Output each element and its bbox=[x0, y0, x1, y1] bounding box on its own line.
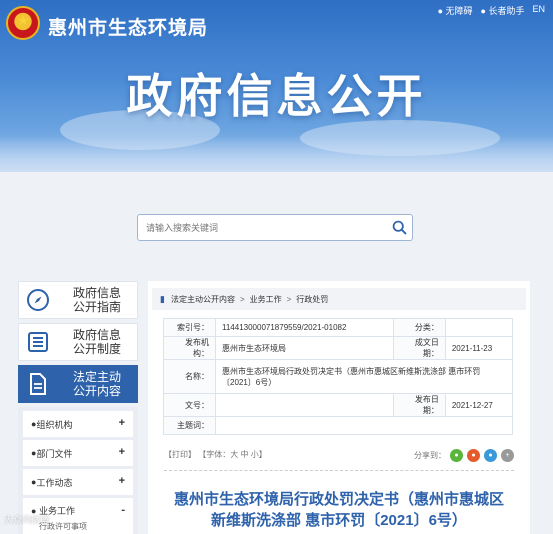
font-medium-button[interactable]: 中 bbox=[240, 450, 248, 459]
font-large-button[interactable]: 大 bbox=[230, 450, 238, 459]
search-box bbox=[137, 214, 413, 241]
expand-icon[interactable]: + bbox=[119, 475, 125, 487]
header-banner: 惠州市生态环境局 ● 无障碍 ● 长者助手 EN 政府信息公开 bbox=[0, 0, 553, 172]
created-date-value: 2021-11-23 bbox=[444, 336, 514, 360]
created-date-label: 成文日期： bbox=[392, 336, 446, 360]
category-label: 分类： bbox=[392, 318, 446, 337]
submenu-item-organization[interactable]: ● 组织机构 + bbox=[23, 411, 133, 437]
publisher-label: 发布机构： bbox=[163, 336, 216, 360]
elder-assistant-link[interactable]: ● 长者助手 bbox=[481, 4, 525, 17]
expand-icon[interactable]: + bbox=[119, 446, 125, 458]
submenu-item-news[interactable]: ● 工作动态 + bbox=[23, 469, 133, 495]
share-bar: 分享到： ● ● ● + bbox=[414, 449, 514, 462]
breadcrumb-item[interactable]: 行政处罚 bbox=[296, 294, 328, 305]
banner-headline: 政府信息公开 bbox=[126, 70, 427, 122]
submenu-item-documents[interactable]: ● 部门文件 + bbox=[23, 440, 133, 466]
keywords-value bbox=[215, 416, 513, 435]
published-date-label: 发布日期： bbox=[392, 393, 446, 417]
doc-number-label: 文号： bbox=[163, 393, 216, 417]
menu-label: 政府信息 公开制度 bbox=[72, 328, 121, 356]
menu-label: 法定主动 公开内容 bbox=[72, 370, 121, 398]
more-share-icon[interactable]: + bbox=[501, 449, 514, 462]
document-title: 惠州市生态环境局行政处罚决定书（惠州市惠城区 新维斯洗涤部 惠市环罚〔2021〕… bbox=[173, 491, 504, 529]
collapse-icon[interactable]: - bbox=[121, 504, 125, 516]
search-input[interactable] bbox=[138, 215, 382, 240]
divider bbox=[164, 470, 514, 471]
national-emblem-icon bbox=[6, 6, 40, 40]
weibo-share-icon[interactable]: ● bbox=[467, 449, 480, 462]
qzone-share-icon[interactable]: ● bbox=[484, 449, 497, 462]
print-button[interactable]: 【打印】 bbox=[164, 450, 196, 459]
document-info-table: 索引号： 114413000071879559/2021-01082 分类： 发… bbox=[163, 318, 514, 435]
banner-skyline bbox=[0, 136, 553, 172]
location-icon: ▮ bbox=[160, 293, 165, 304]
document-icon bbox=[19, 372, 57, 396]
breadcrumb-separator: > bbox=[286, 294, 292, 304]
content-panel: ▮ 法定主动公开内容 > 业务工作 > 行政处罚 索引号： 1144130000… bbox=[148, 281, 530, 534]
wechat-share-icon[interactable]: ● bbox=[450, 449, 463, 462]
share-label: 分享到： bbox=[414, 451, 446, 460]
left-menu: 政府信息 公开指南 政府信息 公开制度 法定主动 公开内容 ● 组织机构 + ●… bbox=[18, 281, 138, 534]
top-links: ● 无障碍 ● 长者助手 EN bbox=[438, 4, 545, 17]
name-label: 名称： bbox=[163, 359, 216, 394]
accessibility-link[interactable]: ● 无障碍 bbox=[438, 4, 473, 17]
font-size-label: 【字体： bbox=[198, 450, 231, 459]
menu-disclosure-rules[interactable]: 政府信息 公开制度 bbox=[18, 323, 138, 361]
menu-disclosure-guide[interactable]: 政府信息 公开指南 bbox=[18, 281, 138, 319]
breadcrumb-item[interactable]: 法定主动公开内容 bbox=[171, 294, 235, 305]
site-title[interactable]: 惠州市生态环境局 bbox=[48, 13, 208, 40]
compass-icon bbox=[19, 288, 57, 312]
breadcrumb: ▮ 法定主动公开内容 > 业务工作 > 行政处罚 bbox=[152, 288, 526, 310]
font-small-button[interactable]: 小 bbox=[251, 450, 259, 459]
english-link[interactable]: EN bbox=[532, 4, 545, 17]
watermark: 大众网微博 bbox=[4, 515, 50, 525]
keywords-label: 主题词： bbox=[163, 416, 216, 435]
index-label: 索引号： bbox=[163, 318, 216, 337]
name-value: 惠州市生态环境局行政处罚决定书（惠州市惠城区新维斯洗涤部 惠市环罚〔2021〕6… bbox=[215, 359, 513, 394]
index-value: 114413000071879559/2021-01082 bbox=[215, 318, 394, 337]
breadcrumb-separator: > bbox=[239, 294, 245, 304]
font-size-end: 】 bbox=[258, 450, 267, 459]
category-value bbox=[444, 318, 514, 337]
breadcrumb-item[interactable]: 业务工作 bbox=[250, 294, 282, 305]
menu-label: 政府信息 公开指南 bbox=[72, 286, 121, 314]
doc-number-value bbox=[215, 393, 394, 417]
list-icon bbox=[19, 330, 57, 354]
expand-icon[interactable]: + bbox=[119, 417, 125, 429]
menu-statutory-content[interactable]: 法定主动 公开内容 bbox=[18, 365, 138, 403]
article-tools: 【打印】 【字体：大 中 小】 分享到： ● ● ● + bbox=[164, 449, 514, 465]
published-date-value: 2021-12-27 bbox=[444, 393, 514, 417]
search-icon[interactable] bbox=[391, 219, 408, 236]
publisher-value: 惠州市生态环境局 bbox=[215, 336, 394, 360]
